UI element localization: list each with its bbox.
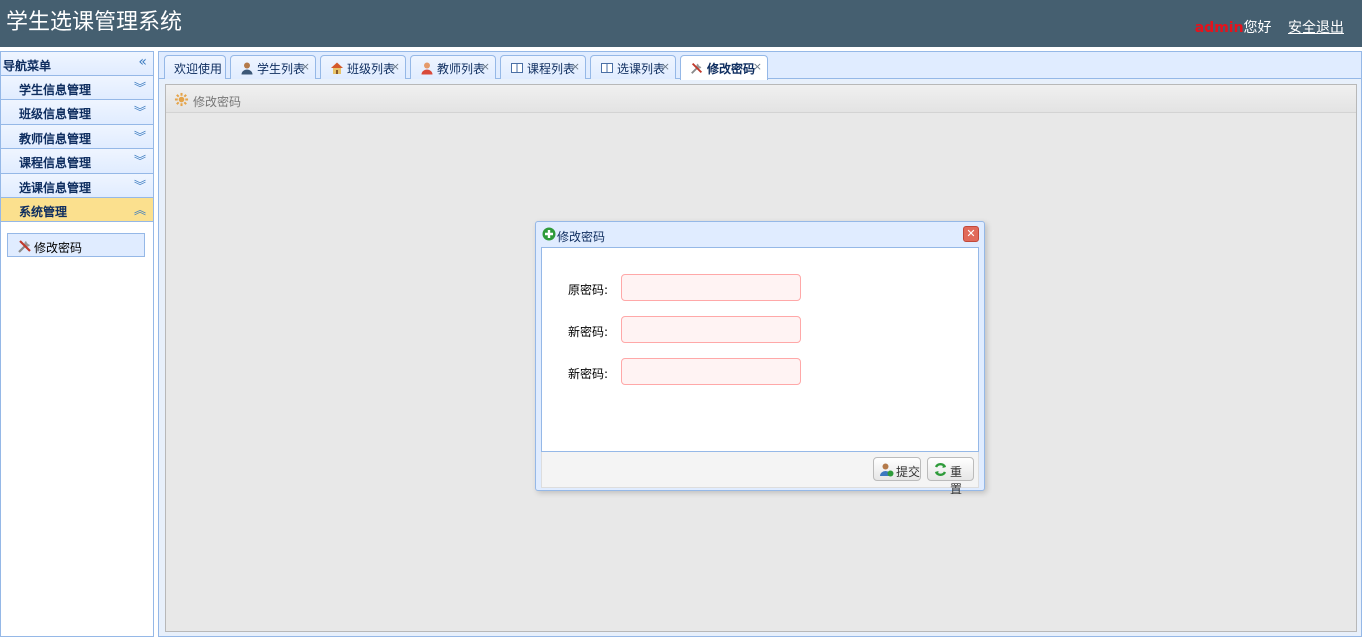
menu-link-label: 修改密码 (34, 241, 83, 256)
tab-change-password[interactable]: 修改密码 × (680, 55, 768, 80)
close-icon[interactable]: × (571, 60, 580, 73)
sidebar-item-student[interactable]: 学生信息管理 ︾ (1, 76, 153, 101)
form-row-old-password: 原密码: (542, 274, 980, 302)
form-row-confirm-password: 新密码: (542, 358, 980, 386)
reload-icon (934, 463, 947, 476)
sidebar-item-label: 课程信息管理 (19, 156, 92, 171)
dialog-footer: 提交 重置 (541, 452, 979, 496)
sidebar-item-label: 教师信息管理 (19, 131, 92, 146)
tab-selection-list[interactable]: 选课列表 × (590, 55, 676, 79)
sidebar-system-body: 修改密码 (1, 222, 153, 522)
app-title: 学生选课管理系统 (6, 10, 183, 35)
book-icon (511, 63, 523, 73)
panel-header: 修改密码 (166, 85, 1356, 113)
chevron-down-icon[interactable]: ︾ (134, 103, 146, 120)
tab-label: 选课列表 (617, 62, 666, 76)
tab-label: 修改密码 (707, 62, 756, 76)
sidebar-item-label: 选课信息管理 (19, 180, 92, 195)
tab-label: 欢迎使用 (174, 62, 223, 76)
reset-button[interactable]: 重置 (927, 457, 974, 496)
form-row-new-password: 新密码: (542, 316, 980, 344)
chevron-down-icon[interactable]: ︾ (134, 128, 146, 145)
sidebar-item-system[interactable]: 系统管理 ︽ (1, 197, 153, 223)
sidebar-item-selection[interactable]: 选课信息管理 ︾ (1, 173, 153, 198)
gear-icon (174, 92, 189, 107)
reset-button-label: 重置 (950, 465, 963, 496)
close-icon[interactable]: × (481, 60, 490, 73)
new-password-field[interactable] (621, 316, 801, 343)
old-password-field[interactable] (621, 274, 801, 301)
submit-button[interactable]: 提交 (873, 457, 921, 481)
sidebar-item-label: 班级信息管理 (19, 107, 92, 122)
tab-label: 课程列表 (527, 62, 576, 76)
sidebar-item-label: 学生信息管理 (19, 83, 92, 97)
chevron-down-icon[interactable]: ︾ (134, 177, 146, 194)
old-password-label: 原密码: (568, 283, 609, 297)
greeting-text: 您好 (1243, 20, 1272, 36)
tab-teacher-list[interactable]: 教师列表 × (410, 55, 496, 79)
sidebar-item-label: 系统管理 (19, 204, 68, 219)
tab-welcome[interactable]: 欢迎使用 (164, 55, 226, 79)
tab-label: 学生列表 (257, 62, 306, 76)
username: admin (1194, 20, 1244, 36)
tab-label: 班级列表 (347, 62, 396, 76)
wrench-icon (691, 62, 703, 74)
chevron-down-icon[interactable]: ︾ (134, 152, 146, 169)
panel-title: 修改密码 (193, 95, 242, 109)
house-icon (331, 62, 343, 74)
sidebar-item-course[interactable]: 课程信息管理 ︾ (1, 149, 153, 174)
dialog-body: 原密码: 新密码: 新密码: (541, 247, 979, 452)
new-password-label: 新密码: (568, 325, 609, 339)
logout-link[interactable]: 安全退出 (1288, 20, 1344, 36)
close-icon[interactable]: ✕ (963, 226, 979, 242)
close-icon[interactable]: × (391, 60, 400, 73)
close-icon[interactable]: × (753, 60, 762, 73)
dialog-title: 修改密码 (557, 230, 606, 244)
app-header: 学生选课管理系统 admin您好 安全退出 (0, 0, 1362, 47)
change-password-dialog: 修改密码 ✕ 原密码: 新密码: 新密码: 提交 重置 (535, 221, 985, 496)
sidebar-header: 导航菜单 « (1, 52, 153, 76)
tab-class-list[interactable]: 班级列表 × (320, 55, 406, 79)
dialog-header[interactable]: 修改密码 ✕ (536, 222, 984, 247)
student-icon (241, 62, 253, 75)
close-icon[interactable]: × (661, 60, 670, 73)
tab-student-list[interactable]: 学生列表 × (230, 55, 316, 79)
user-submit-icon (880, 463, 894, 477)
sidebar-item-class[interactable]: 班级信息管理 ︾ (1, 100, 153, 125)
menu-change-password[interactable]: 修改密码 (7, 233, 145, 258)
confirm-password-field[interactable] (621, 358, 801, 385)
submit-button-label: 提交 (896, 465, 921, 479)
collapse-sidebar-icon[interactable]: « (138, 54, 147, 70)
tab-label: 教师列表 (437, 62, 486, 76)
add-icon (542, 227, 556, 241)
teacher-icon (421, 62, 433, 75)
wrench-icon (18, 240, 31, 254)
sidebar-title: 导航菜单 (3, 59, 52, 73)
sidebar-item-teacher[interactable]: 教师信息管理 ︾ (1, 124, 153, 150)
close-icon[interactable]: × (301, 60, 310, 73)
tabs-bar: 欢迎使用 学生列表 × 班级列表 × 教师列表 × 课程列表 × 选课列表 × … (159, 52, 1361, 80)
chevron-up-icon[interactable]: ︽ (134, 201, 146, 218)
confirm-password-label: 新密码: (568, 367, 609, 381)
book-icon (601, 63, 613, 73)
sidebar: 导航菜单 « 学生信息管理 ︾ 班级信息管理 ︾ 教师信息管理 ︾ 课程信息管理… (0, 51, 154, 637)
chevron-down-icon[interactable]: ︾ (134, 79, 146, 96)
user-area: admin您好 安全退出 (1195, 19, 1344, 37)
tab-course-list[interactable]: 课程列表 × (500, 55, 586, 79)
